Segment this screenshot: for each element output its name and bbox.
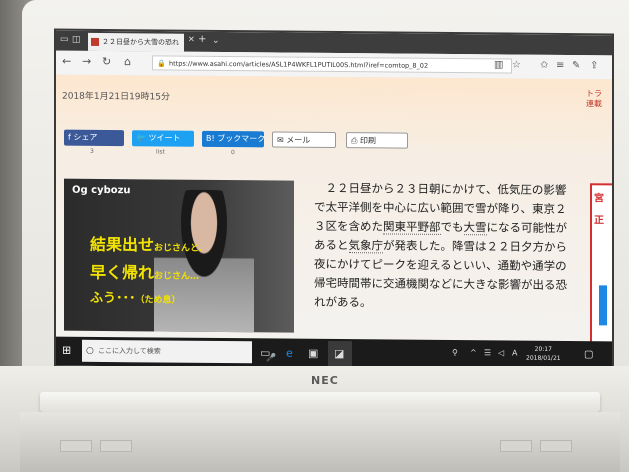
network-icon[interactable]: ☰ (484, 348, 491, 357)
ad-line2-main: 早く帰れ (90, 262, 155, 283)
mail-icon: ✉ (277, 135, 287, 145)
mail-share-button[interactable]: ✉ メール (272, 131, 336, 149)
hatena-b-icon: B! (206, 133, 218, 143)
reading-view-icon[interactable]: ▥ (494, 59, 503, 70)
tab-title: ２２日昼から大雪の恐れ (102, 37, 179, 47)
nec-logo: NEC (311, 374, 339, 387)
keyboard-key (540, 440, 572, 452)
favorites-icon[interactable]: ✩ (540, 60, 548, 71)
url-field[interactable]: 🔒 https://www.asahi.com/articles/ASL1P4W… (152, 55, 512, 74)
notes-icon[interactable]: ✎ (572, 60, 580, 71)
taskbar-clock[interactable]: 20:17 2018/01/21 (526, 345, 561, 363)
people-icon[interactable]: ⚲ (452, 348, 458, 357)
windows-logo-icon[interactable]: ⊞ (62, 344, 74, 357)
site-favicon-icon (91, 37, 99, 46)
notification-icon[interactable]: ▢ (584, 349, 593, 360)
sidebar-scroll-indicator (599, 285, 607, 326)
arrow-right-icon[interactable]: → (82, 55, 91, 68)
article-body: ２２日昼から２３日朝にかけて、低気圧の影響で太平洋側を中心に広い範囲で雪が降り、… (314, 179, 576, 314)
tab-actions-icon[interactable]: ▭ (60, 35, 69, 45)
facebook-share-label: シェア (73, 132, 98, 142)
arrow-left-icon[interactable]: ← (62, 55, 71, 68)
sidebar-top-text[interactable]: トラ 連載 (586, 89, 612, 109)
share-icon[interactable]: ⇪ (590, 60, 598, 71)
active-app-icon: ◪ (334, 347, 345, 361)
new-tab-icon[interactable]: + (198, 34, 206, 45)
volume-icon[interactable]: ◁ (498, 348, 504, 357)
mail-label: メール (286, 135, 311, 145)
cybozu-advertisement[interactable]: Og cybozu 結果出せおじさんと、 早く帰れおじさん… ふう･･･（ため息… (64, 178, 294, 333)
facebook-share-button[interactable]: f シェア (64, 129, 124, 147)
printer-icon: ⎙ (351, 136, 360, 146)
ad-line3-main: ふう･･･ (90, 290, 136, 307)
reading-list-icon[interactable]: ≡ (556, 60, 564, 71)
hatena-count: 0 (231, 149, 235, 157)
hatena-bookmark-button[interactable]: B! ブックマーク (202, 130, 266, 148)
print-label: 印刷 (359, 136, 376, 146)
active-app-slot[interactable]: ◪ (328, 340, 352, 369)
laptop-screen: ▭ ◫ ２２日昼から大雪の恐れ ✕ + ⌄ ← → ↻ ⌂ 🔒 https://… (56, 30, 612, 371)
ad-line3-small: （ため息） (135, 295, 181, 306)
ad-line1-small: おじさんと、 (154, 243, 208, 254)
url-text: https://www.asahi.com/articles/ASL1P4WKF… (169, 59, 429, 70)
ad-line1-main: 結果出せ (90, 234, 155, 255)
keyword-link-kanto[interactable]: 関東平野部 (383, 219, 441, 235)
ad-logo: Og cybozu (72, 184, 131, 197)
sidebar-red-char-2: 正 (594, 215, 604, 227)
hatena-label: ブックマーク (217, 133, 266, 144)
keyboard-key (100, 440, 132, 452)
browser-tab[interactable]: ２２日昼から大雪の恐れ (88, 32, 184, 52)
home-icon[interactable]: ⌂ (124, 55, 131, 68)
taskbar-search-box[interactable]: ○ ここに入力して検索 🎤 (82, 339, 276, 364)
task-view-icon[interactable]: ▭ (260, 346, 270, 359)
app-icon[interactable]: ▣ (308, 347, 318, 360)
ad-headline-3: ふう･･･（ため息） (90, 287, 181, 307)
close-tab-icon[interactable]: ✕ (188, 35, 195, 44)
refresh-icon[interactable]: ↻ (102, 55, 111, 68)
search-icon: ○ (86, 345, 94, 356)
lock-icon: 🔒 (157, 59, 166, 68)
tab-preview-icon[interactable]: ◫ (72, 35, 81, 45)
sidebar-red-char-1: 宮 (594, 193, 604, 205)
laptop-hinge (40, 392, 600, 412)
favorite-star-icon[interactable]: ☆ (512, 60, 521, 71)
ad-logo-text: cybozu (91, 184, 131, 197)
ad-headline-1: 結果出せおじさんと、 (90, 231, 208, 256)
article-text-2: でも (440, 219, 464, 235)
tab-list-icon[interactable]: ⌄ (212, 36, 220, 46)
tray-chevron-icon[interactable]: ^ (470, 348, 477, 357)
article-page: 2018年1月21日19時15分 トラ 連載 f シェア 🐦 ツイート B! ブ… (56, 74, 612, 348)
ad-line2-small: おじさん… (154, 271, 200, 282)
search-placeholder: ここに入力して検索 (98, 346, 161, 356)
twitter-count[interactable]: list (156, 148, 165, 155)
ime-indicator[interactable]: A (512, 349, 517, 358)
keyword-link-heavy-snow[interactable]: 大雪 (463, 220, 487, 236)
sidebar-red-banner[interactable]: 宮 正 (590, 183, 612, 348)
clock-date: 2018/01/21 (526, 354, 561, 362)
edge-browser-icon[interactable]: e (286, 347, 293, 360)
ad-headline-2: 早く帰れおじさん… (90, 259, 199, 284)
twitter-share-button[interactable]: 🐦 ツイート (132, 130, 194, 147)
clock-time: 20:17 (534, 345, 552, 353)
keyboard-key (500, 440, 532, 452)
twitter-bird-icon: 🐦 (136, 133, 149, 143)
article-date: 2018年1月21日19時15分 (62, 91, 170, 103)
twitter-share-label: ツイート (148, 133, 181, 143)
keyboard-key (60, 440, 92, 452)
keyword-link-jma[interactable]: 気象庁 (348, 238, 383, 254)
facebook-count: 3 (90, 147, 94, 155)
print-button[interactable]: ⎙ 印刷 (346, 132, 408, 149)
